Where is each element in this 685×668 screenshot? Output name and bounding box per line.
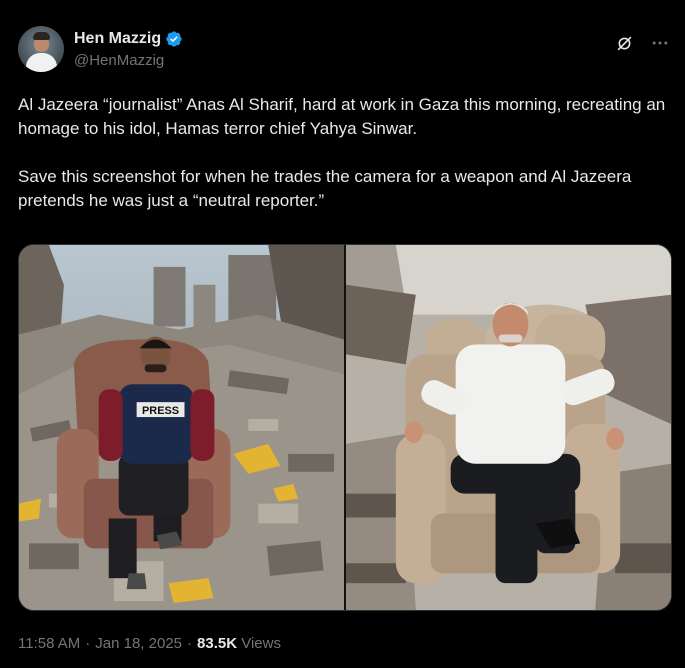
more-icon[interactable] [649,32,671,54]
grok-icon[interactable] [613,32,635,54]
tweet-text: Al Jazeera “journalist” Anas Al Sharif, … [18,93,671,213]
tweet-time[interactable]: 11:58 AM [18,635,80,652]
tweet-meta: 11:58 AM · Jan 18, 2025 · 83.5K Views [18,634,281,654]
name-row: Hen Mazzig [74,29,183,49]
tweet: Hen Mazzig @HenMazzig Al Jazeera “journa… [0,0,685,668]
tweet-paragraph: Save this screenshot for when he trades … [18,167,632,210]
header-actions [613,26,671,76]
handle[interactable]: @HenMazzig [74,51,183,71]
display-name[interactable]: Hen Mazzig [74,29,161,49]
photo-man-armchair[interactable] [346,245,671,610]
tweet-header: Hen Mazzig @HenMazzig [18,26,671,76]
meta-separator: · [187,635,193,652]
author-names: Hen Mazzig @HenMazzig [74,26,183,76]
tweet-date[interactable]: Jan 18, 2025 [95,635,182,652]
media-grid: PRESS [18,244,672,611]
avatar[interactable] [18,26,64,72]
views-count: 83.5K [197,635,238,652]
meta-separator: · [85,635,91,652]
verified-badge-icon [165,30,183,48]
tweet-paragraph: Al Jazeera “journalist” Anas Al Sharif, … [18,95,666,138]
press-label: PRESS [142,405,179,417]
photo-journalist-armchair[interactable]: PRESS [19,245,344,610]
views-label: Views [241,635,281,652]
